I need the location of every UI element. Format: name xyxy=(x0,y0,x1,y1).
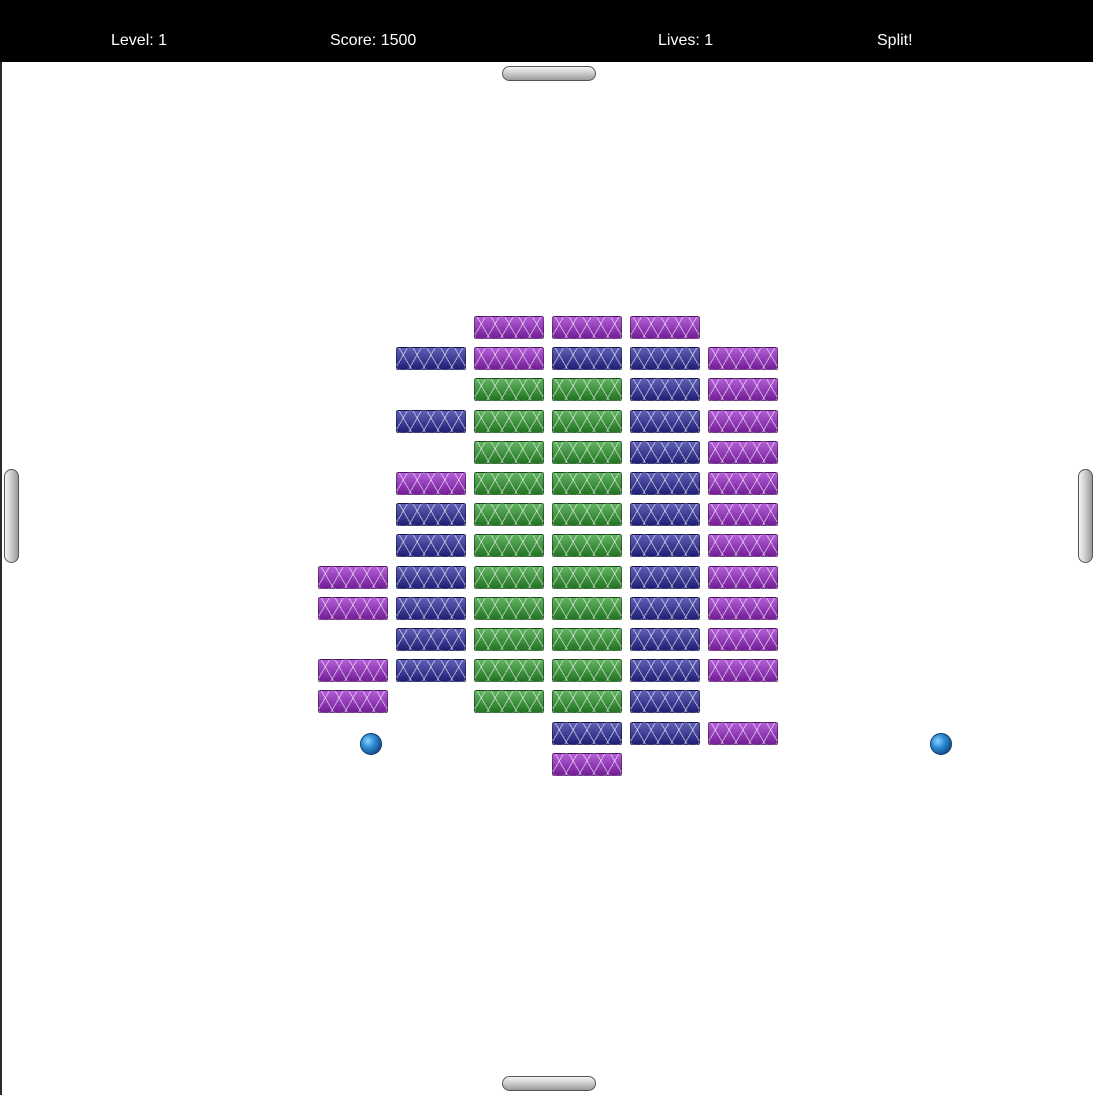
brick-purple xyxy=(708,722,778,745)
brick-green xyxy=(552,378,622,401)
brick-purple xyxy=(552,316,622,339)
brick-purple xyxy=(708,378,778,401)
brick-blue xyxy=(630,690,700,713)
brick-purple xyxy=(318,659,388,682)
brick-blue xyxy=(630,659,700,682)
brick-purple xyxy=(630,316,700,339)
brick-blue xyxy=(396,503,466,526)
brick-green xyxy=(552,534,622,557)
brick-purple xyxy=(474,347,544,370)
brick-green xyxy=(552,628,622,651)
brick-green xyxy=(474,378,544,401)
brick-green xyxy=(474,534,544,557)
brick-blue xyxy=(396,534,466,557)
playfield[interactable] xyxy=(0,0,1093,1095)
brick-purple xyxy=(396,472,466,495)
bottom-paddle[interactable] xyxy=(502,1076,596,1091)
brick-purple xyxy=(318,566,388,589)
brick-blue xyxy=(630,441,700,464)
brick-purple xyxy=(474,316,544,339)
left-paddle[interactable] xyxy=(4,469,19,563)
brick-blue xyxy=(552,722,622,745)
brick-blue xyxy=(396,628,466,651)
brick-blue xyxy=(396,347,466,370)
brick-green xyxy=(474,597,544,620)
brick-purple xyxy=(318,597,388,620)
brick-purple xyxy=(708,347,778,370)
brick-blue xyxy=(630,472,700,495)
brick-blue xyxy=(630,503,700,526)
brick-blue xyxy=(396,597,466,620)
brick-blue xyxy=(630,378,700,401)
brick-purple xyxy=(708,628,778,651)
brick-green xyxy=(552,597,622,620)
brick-blue xyxy=(630,410,700,433)
brick-blue xyxy=(552,347,622,370)
brick-green xyxy=(474,410,544,433)
brick-blue xyxy=(630,347,700,370)
brick-blue xyxy=(396,566,466,589)
brick-blue xyxy=(396,410,466,433)
right-paddle[interactable] xyxy=(1078,469,1093,563)
brick-purple xyxy=(708,597,778,620)
brick-green xyxy=(552,410,622,433)
ball-left xyxy=(360,733,382,755)
brick-purple xyxy=(708,472,778,495)
brick-purple xyxy=(708,441,778,464)
brick-green xyxy=(552,659,622,682)
brick-green xyxy=(474,690,544,713)
brick-blue xyxy=(630,566,700,589)
brick-purple xyxy=(552,753,622,776)
brick-blue xyxy=(630,628,700,651)
brick-blue xyxy=(630,597,700,620)
brick-purple xyxy=(708,503,778,526)
game-window[interactable]: Level: 1 Score: 1500 Lives: 1 Split! xyxy=(0,0,1093,1095)
brick-green xyxy=(552,690,622,713)
ball-right xyxy=(930,733,952,755)
brick-purple xyxy=(318,690,388,713)
brick-green xyxy=(552,472,622,495)
brick-green xyxy=(474,659,544,682)
brick-green xyxy=(474,503,544,526)
brick-green xyxy=(474,566,544,589)
brick-purple xyxy=(708,534,778,557)
brick-purple xyxy=(708,659,778,682)
brick-green xyxy=(552,566,622,589)
brick-green xyxy=(552,441,622,464)
brick-green xyxy=(552,503,622,526)
brick-blue xyxy=(630,722,700,745)
brick-green xyxy=(474,472,544,495)
brick-purple xyxy=(708,566,778,589)
brick-blue xyxy=(396,659,466,682)
top-paddle[interactable] xyxy=(502,66,596,81)
brick-purple xyxy=(708,410,778,433)
brick-green xyxy=(474,628,544,651)
brick-green xyxy=(474,441,544,464)
brick-blue xyxy=(630,534,700,557)
